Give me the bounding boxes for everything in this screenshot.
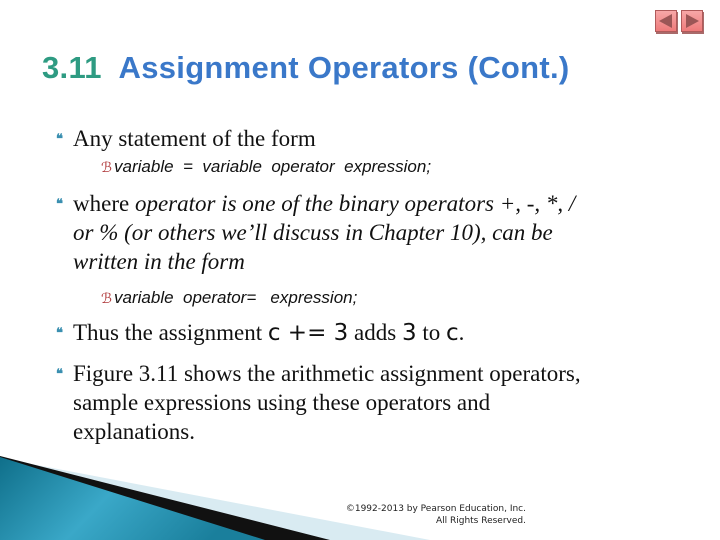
bullet-icon: ❝ [56,325,63,340]
title-text: Assignment Operators (Cont.) [118,50,570,85]
code-snippet: 3 [401,320,417,346]
footer-swoosh-decoration [0,456,430,540]
bullet-text-mid: adds [348,320,402,345]
bullet-icon: ❝ [56,131,63,146]
bullet-text-mid2: to [416,320,446,345]
triangle-right-icon [686,14,699,28]
sub-bullet-icon: ℬ [101,290,113,306]
sub-bullet-item: ℬvariable operator= expression; [101,288,357,308]
bullet-icon: ❝ [56,196,63,211]
sub-bullet-item: ℬvariable = variable operator expression… [101,157,431,177]
sub-bullet-text: variable = variable operator expression; [114,157,432,176]
bullet-text-line2: sample expressions using these operators… [73,390,491,415]
bullet-text: where operator is one of the binary oper… [73,189,696,276]
bullet-text-line1: Figure 3.11 shows the arithmetic assignm… [73,361,581,386]
sub-bullet-text: variable operator= expression; [114,288,358,307]
bullet-text-line2: or % (or others we’ll discuss in Chapter… [73,220,553,245]
bullet-item: ❝ Any statement of the form [56,124,696,153]
bullet-text-line3: written in the form [73,249,245,274]
bullet-item: ❝ where operator is one of the binary op… [56,189,696,276]
previous-slide-button[interactable] [655,10,677,32]
bullet-text: Figure 3.11 shows the arithmetic assignm… [73,359,696,446]
next-slide-button[interactable] [681,10,703,32]
bullet-text-italic: operator is one of the binary operators [134,191,500,216]
operator-list: +, -, *, / [499,191,576,216]
copyright-notice: ©1992-2013 by Pearson Education, Inc. Al… [346,503,526,527]
bullet-text-line3: explanations. [73,419,195,444]
rights-line: All Rights Reserved. [435,516,526,526]
triangle-left-icon [659,14,672,28]
bullet-item: ❝ Thus the assignment c += 3 adds 3 to c… [56,318,696,348]
code-snippet: c += 3 [267,320,349,346]
bullet-icon: ❝ [56,366,63,381]
slide-title: 3.11 Assignment Operators (Cont.) [42,50,570,86]
sub-bullet-icon: ℬ [101,159,113,175]
bullet-item: ❝ Figure 3.11 shows the arithmetic assig… [56,359,696,446]
bullet-text: Thus the assignment c += 3 adds 3 to c. [73,318,696,348]
bullet-text: Any statement of the form [73,126,316,151]
section-number: 3.11 [42,50,102,85]
bullet-text-end: . [458,320,465,345]
code-snippet: c [446,320,459,346]
bullet-text-pre: Thus the assignment [73,320,268,345]
copyright-line: ©1992-2013 by Pearson Education, Inc. [345,504,526,514]
bullet-text-lead: where [73,191,135,216]
